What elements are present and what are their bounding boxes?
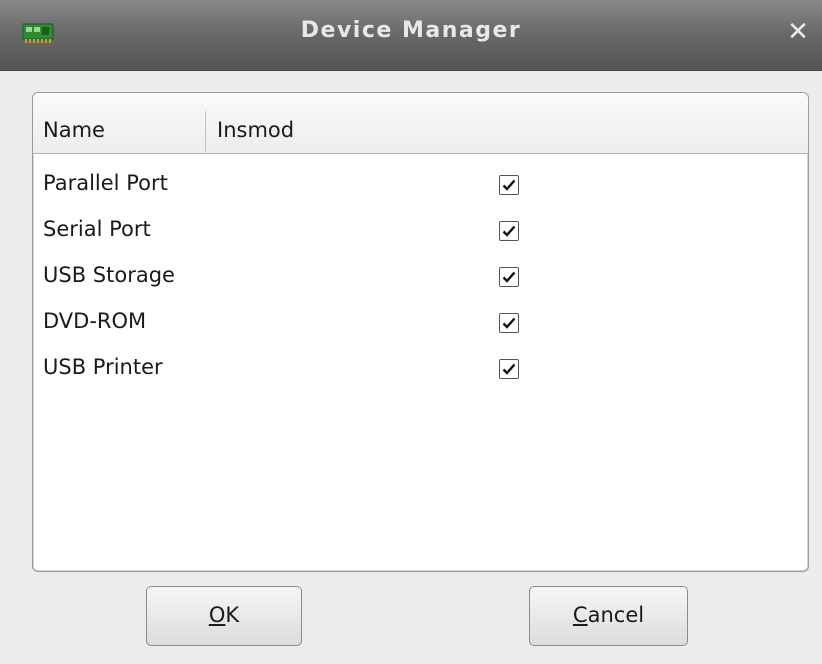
device-name: Serial Port bbox=[43, 217, 151, 241]
insmod-checkbox[interactable] bbox=[499, 175, 519, 195]
checkmark-icon bbox=[502, 363, 516, 375]
window-title: Device Manager bbox=[300, 18, 522, 43]
ok-label: K bbox=[225, 603, 240, 627]
column-header-name[interactable]: Name bbox=[43, 93, 203, 153]
close-icon[interactable]: ✕ bbox=[784, 18, 812, 46]
cancel-mnemonic: C bbox=[572, 603, 588, 627]
list-item[interactable]: USB Printer bbox=[33, 345, 808, 391]
cancel-label: ancel bbox=[587, 603, 645, 627]
insmod-checkbox[interactable] bbox=[499, 359, 519, 379]
list-item[interactable]: USB Storage bbox=[33, 253, 808, 299]
list-item[interactable]: Parallel Port bbox=[33, 161, 808, 207]
checkmark-icon bbox=[502, 317, 516, 329]
insmod-checkbox[interactable] bbox=[499, 267, 519, 287]
device-manager-window: Device Manager ✕ Name Insmod Parallel Po… bbox=[0, 0, 822, 664]
insmod-checkbox[interactable] bbox=[499, 313, 519, 333]
device-name: USB Printer bbox=[43, 355, 163, 379]
cancel-button[interactable]: Cancel bbox=[529, 586, 688, 646]
ok-mnemonic: O bbox=[208, 603, 226, 627]
list-header: Name Insmod bbox=[33, 93, 808, 154]
list-item[interactable]: Serial Port bbox=[33, 207, 808, 253]
device-list[interactable]: Name Insmod Parallel Port Serial Port US… bbox=[32, 92, 809, 572]
column-separator bbox=[205, 111, 206, 153]
title-bar[interactable]: Device Manager ✕ bbox=[0, 0, 822, 71]
device-name: USB Storage bbox=[43, 263, 175, 287]
insmod-checkbox[interactable] bbox=[499, 221, 519, 241]
column-header-insmod[interactable]: Insmod bbox=[217, 93, 417, 153]
checkmark-icon bbox=[502, 271, 516, 283]
device-name: DVD-ROM bbox=[43, 309, 147, 333]
device-name: Parallel Port bbox=[43, 171, 168, 195]
list-item[interactable]: DVD-ROM bbox=[33, 299, 808, 345]
checkmark-icon bbox=[502, 179, 516, 191]
checkmark-icon bbox=[502, 225, 516, 237]
ok-button[interactable]: OK bbox=[146, 586, 302, 646]
